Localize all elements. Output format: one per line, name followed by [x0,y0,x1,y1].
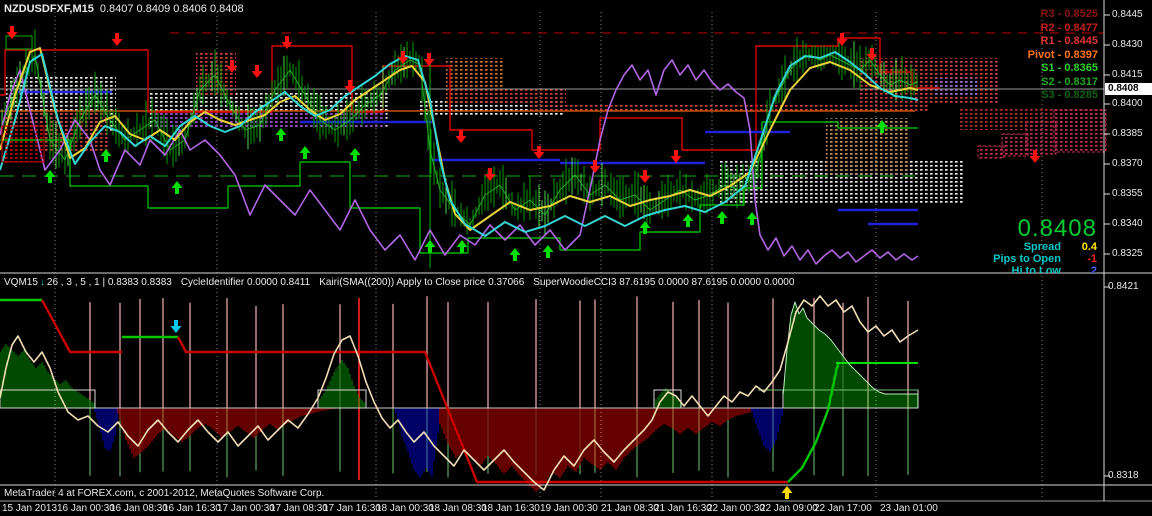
indicator-axis-min: 0.8318 [1108,470,1139,481]
pivot-level-r3: R3 - 0.8525 [1040,8,1098,20]
pivot-level-s2: S2 - 0.8317 [1041,75,1098,88]
ohlc-values: 0.8407 0.8409 0.8406 0.8408 [99,3,244,15]
time-axis-label: 16 Jan 16:30 [163,503,221,514]
cci-values: SuperWoodieCCI3 87.6195 0.0000 87.6195 0… [533,277,795,288]
quote-row: Pips to Open -1 [887,253,1097,265]
time-axis-label: 17 Jan 16:30 [323,503,381,514]
indicator-name: VQM15 [4,277,38,288]
quote-row: Spread 0.4 [887,241,1097,253]
quote-row-value: 0.4 [1081,241,1097,253]
pivot-level-s1: S1 - 0.8365 [1041,62,1098,74]
indicator-title: VQM15 ↓ 26 , 3 , 5 , 1 | 0.8383 0.8383 Cycl… [4,277,803,288]
time-axis-label: 16 Jan 08:30 [110,503,168,514]
copyright-label: MetaTrader 4 at FOREX.com, c 2001-2012, … [4,488,325,499]
price-axis-label: 0.8340 [1112,218,1143,229]
symbol-period-label: NZDUSDFXF,M15 [4,3,94,15]
quote-panel: 0.8408 Spread 0.4 Pips to Open -1 Hi to Low 2 [887,217,1097,273]
time-axis-label: 18 Jan 08:30 [429,503,487,514]
price-axis-label: 0.8430 [1112,39,1143,50]
pivot-level-s3: S3 - 0.8285 [1041,89,1098,101]
mt4-chart-window: NZDUSDFXF,M15 0.8407 0.8409 0.8406 0.8408… [0,0,1152,516]
time-axis-label: 22 Jan 17:00 [814,503,872,514]
quote-row-value: -1 [1087,253,1097,265]
quote-row: Hi to Low 2 [887,265,1098,273]
time-axis-label: 17 Jan 08:30 [270,503,328,514]
kairi-values: Kairi(SMA((200)) Apply to Close price 0.… [319,277,525,288]
price-axis-label: 0.8385 [1112,128,1143,139]
down-arrow-icon: ↓ [39,277,45,288]
quote-row-value: 2 [1090,265,1097,273]
indicator-axis-max: 0.8421 [1108,281,1139,292]
pivot-levels-panel: R3 - 0.8525 R2 - 0.8477 R1 - 0.8445 Pivot -… [1028,8,1098,103]
time-axis-label: 19 Jan 00:30 [540,503,598,514]
time-axis-label: 22 Jan 09:00 [760,503,818,514]
time-axis-label: 23 Jan 01:00 [880,503,938,514]
quote-row-label: Hi to Low [1011,265,1062,273]
chart-title: NZDUSDFXF,M15 0.8407 0.8409 0.8406 0.8408 [4,3,244,15]
current-price-display: 0.8408 [1017,217,1097,242]
time-axis-label: 21 Jan 16:30 [654,503,712,514]
time-axis-label: 18 Jan 00:30 [376,503,434,514]
price-axis-label: 0.8445 [1112,9,1143,20]
price-axis-label: 0.8400 [1112,98,1143,109]
quote-rows: Spread 0.4 Pips to Open -1 Hi to Low 2 [887,241,1097,273]
price-axis-label: 0.8325 [1112,248,1143,259]
cycle-identifier-values: CycleIdentifier 0.0000 0.8411 [180,277,311,288]
pivot-level-r1: R1 - 0.8445 [1040,35,1098,47]
time-axis-label: 22 Jan 00:30 [707,503,765,514]
price-axis-label: 0.8370 [1112,158,1143,169]
time-axis-label: 16 Jan 00:30 [57,503,115,514]
price-axis-label: 0.8415 [1112,69,1143,80]
time-axis-label: 18 Jan 16:30 [482,503,540,514]
time-axis-label: 15 Jan 2013 [2,503,58,514]
quote-row-label: Spread [1023,241,1061,253]
pivot-level-pivot: Pivot - 0.8397 [1027,48,1098,61]
quote-row-label: Pips to Open [993,253,1061,265]
current-price-marker: 0.8408 [1105,83,1152,95]
indicator-params: 26 , 3 , 5 , 1 | 0.8383 0.8383 [46,277,172,288]
time-axis-label: 21 Jan 08:30 [601,503,659,514]
time-axis-label: 17 Jan 00:30 [217,503,275,514]
price-axis-label: 0.8355 [1112,188,1143,199]
pivot-level-r2: R2 - 0.8477 [1040,21,1098,34]
